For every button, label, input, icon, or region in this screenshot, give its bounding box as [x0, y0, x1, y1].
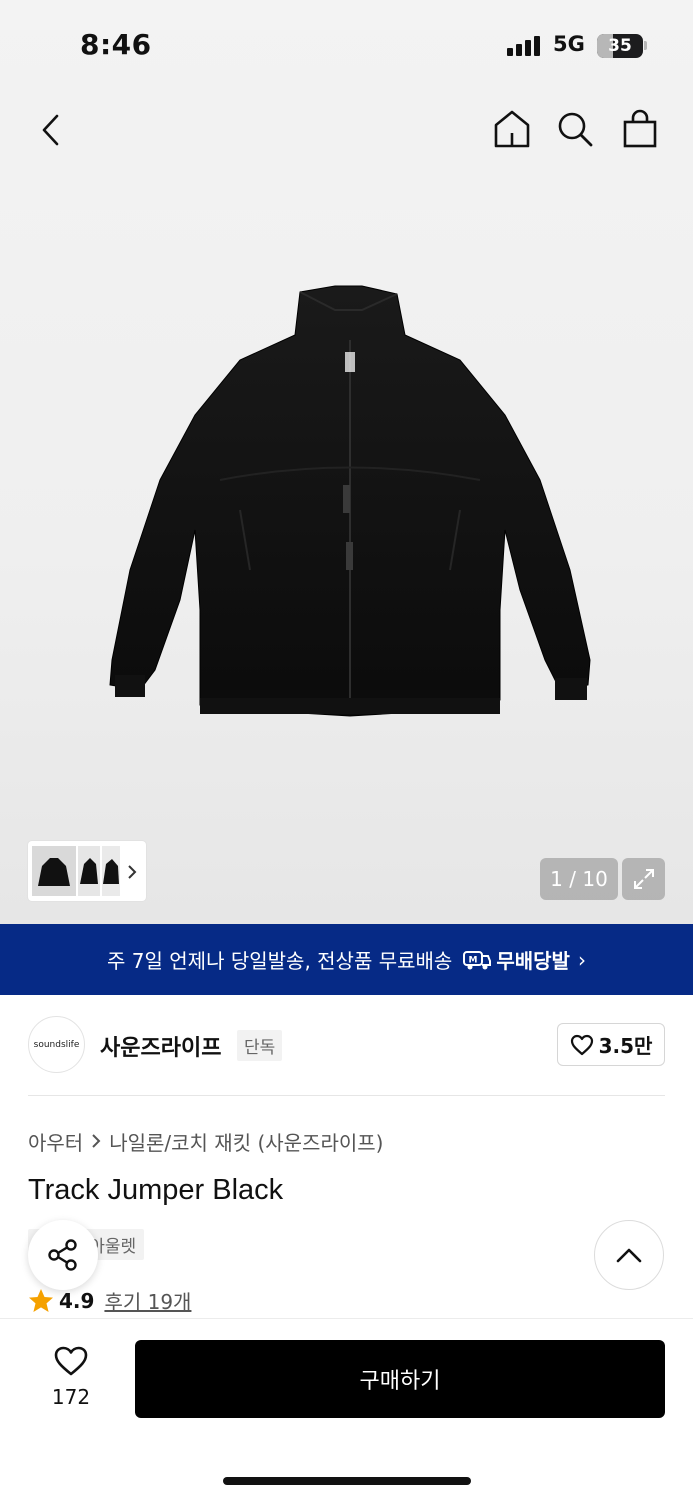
share-icon [48, 1239, 77, 1271]
shipping-banner[interactable]: 주 7일 언제나 당일발송, 전상품 무료배송 M 무배당발 › [0, 924, 693, 995]
wishlist-count: 172 [51, 1385, 91, 1409]
signal-icon [507, 36, 543, 56]
breadcrumb-category[interactable]: 아우터 [28, 1127, 83, 1156]
network-type: 5G [553, 32, 585, 56]
thumbnail-images[interactable] [32, 846, 120, 896]
breadcrumb: 아우터 나일론/코치 재킷 (사운즈라이프) [28, 1127, 383, 1156]
exclusive-tag: 단독 [237, 1030, 283, 1061]
brand-like-button[interactable]: 3.5만 [557, 1023, 665, 1066]
breadcrumb-subcategory[interactable]: 나일론/코치 재킷 (사운즈라이프) [109, 1127, 383, 1156]
product-image[interactable] [100, 280, 600, 750]
free-shipping-label: 무배당발 [496, 949, 570, 973]
expand-icon [633, 869, 654, 889]
search-icon[interactable] [555, 109, 595, 149]
expand-button[interactable] [622, 858, 665, 900]
status-time: 8:46 [80, 28, 152, 61]
shopping-bag-icon[interactable] [619, 108, 661, 150]
home-indicator [223, 1477, 471, 1485]
home-icon[interactable] [491, 108, 533, 150]
heart-icon [570, 1034, 593, 1055]
chevron-up-icon [616, 1248, 642, 1263]
brand-like-count: 3.5만 [598, 1034, 653, 1058]
shipping-banner-text: 주 7일 언제나 당일발송, 전상품 무료배송 [107, 949, 453, 973]
delivery-truck-icon: M [463, 950, 492, 969]
brand-row[interactable]: soundslife 사운즈라이프 단독 3.5만 [28, 1016, 665, 1074]
reviews-link[interactable]: 후기 19개 [104, 1286, 191, 1315]
battery-cap [644, 41, 647, 50]
divider [28, 1095, 665, 1096]
buy-button[interactable]: 구매하기 [135, 1340, 665, 1418]
star-icon [29, 1288, 53, 1312]
share-button[interactable] [28, 1220, 98, 1290]
scroll-top-button[interactable] [594, 1220, 664, 1290]
heart-icon [54, 1346, 88, 1376]
battery-level: 35 [608, 36, 632, 56]
free-shipping-brand: M 무배당발 [462, 945, 570, 974]
back-icon[interactable] [36, 112, 66, 148]
rating-score: 4.9 [59, 1288, 95, 1313]
product-gallery[interactable]: 8:46 5G 35 1 / 10 [0, 0, 693, 924]
chevron-right-icon [91, 1130, 101, 1154]
brand-logo[interactable]: soundslife [28, 1016, 85, 1073]
product-title: Track Jumper Black [28, 1174, 284, 1206]
battery-icon: 35 [597, 34, 643, 58]
chevron-right-icon[interactable] [124, 862, 140, 882]
rating-row: 4.9 후기 19개 [28, 1286, 191, 1315]
wishlist-button[interactable]: 172 [40, 1345, 102, 1409]
chevron-right-icon: › [577, 947, 586, 972]
svg-text:M: M [469, 955, 478, 965]
brand-name[interactable]: 사운즈라이프 [100, 1030, 221, 1062]
image-counter: 1 / 10 [540, 858, 618, 900]
